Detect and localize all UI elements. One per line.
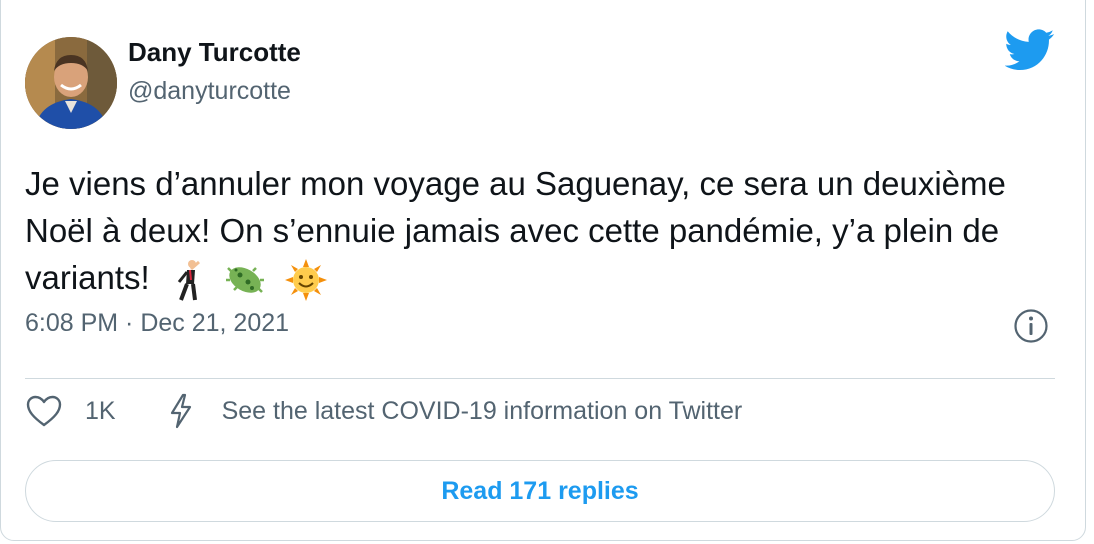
sun-with-face-emoji-icon (285, 259, 328, 313)
info-icon[interactable] (1013, 308, 1049, 344)
action-bar: 1K See the latest COVID-19 information o… (25, 391, 742, 431)
avatar-photo (25, 37, 117, 129)
author-handle[interactable]: @danyturcotte (128, 77, 291, 106)
tweet-text: Je viens d’annuler mon voyage au Saguena… (25, 160, 1055, 314)
avatar[interactable] (25, 37, 117, 129)
microbe-emoji-icon (222, 260, 268, 312)
lightning-bolt-icon[interactable] (166, 393, 196, 429)
tweet-card: Dany Turcotte @danyturcotte Je viens d’a… (0, 0, 1086, 541)
like-count[interactable]: 1K (85, 397, 116, 426)
twitter-bird-icon[interactable] (1004, 29, 1055, 71)
tweet-timestamp[interactable]: 6:08 PM · Dec 21, 2021 (25, 309, 289, 338)
read-replies-button[interactable]: Read 171 replies (25, 460, 1055, 522)
author-name[interactable]: Dany Turcotte (128, 37, 301, 68)
heart-icon[interactable] (25, 394, 63, 428)
divider (25, 378, 1055, 379)
emoji-group (173, 258, 335, 314)
covid-info-link[interactable]: See the latest COVID-19 information on T… (222, 397, 743, 426)
dancer-emoji-icon (173, 258, 205, 314)
